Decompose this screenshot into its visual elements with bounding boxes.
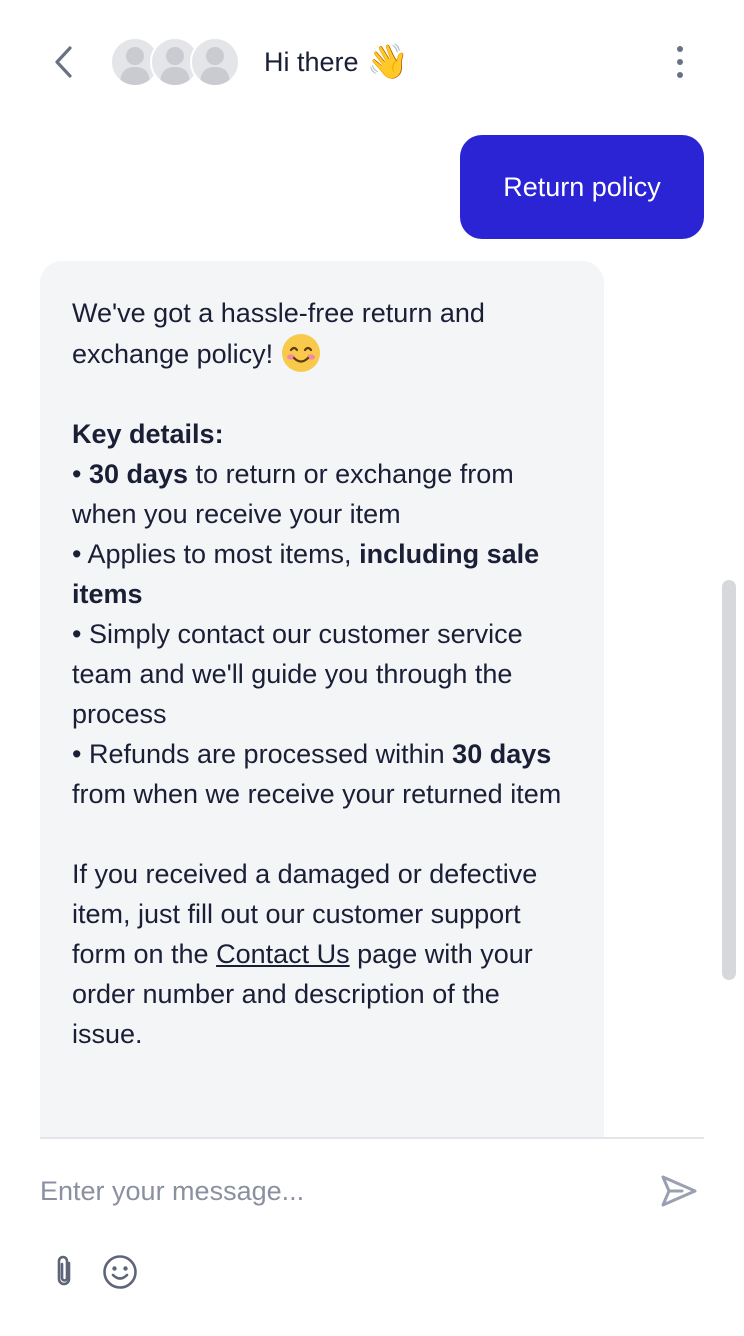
paperclip-icon bbox=[57, 1255, 71, 1286]
composer-divider bbox=[40, 1137, 704, 1139]
chat-widget: Hi there 👋 Return policy We've got a has… bbox=[0, 0, 744, 1336]
attach-button[interactable] bbox=[42, 1250, 86, 1294]
more-options-button[interactable] bbox=[656, 38, 704, 86]
more-vertical-icon bbox=[677, 46, 683, 78]
waving-hand-icon: 👋 bbox=[366, 43, 409, 81]
emoji-button[interactable] bbox=[98, 1250, 142, 1294]
scrollbar-thumb[interactable] bbox=[722, 580, 736, 980]
header-title: Hi there 👋 bbox=[264, 42, 409, 82]
message-list[interactable]: Return policy We've got a hassle-free re… bbox=[0, 124, 744, 1137]
smiling-face-icon bbox=[281, 334, 320, 372]
user-message-text: Return policy bbox=[503, 171, 661, 202]
back-button[interactable] bbox=[40, 38, 88, 86]
message-input[interactable] bbox=[40, 1166, 640, 1216]
bullet-item: • Applies to most items, including sale … bbox=[72, 539, 540, 609]
chevron-left-icon bbox=[55, 46, 72, 78]
bot-message-bubble: We've got a hassle-free return and excha… bbox=[40, 261, 604, 1137]
key-details-heading: Key details: bbox=[72, 419, 224, 449]
bullet-item: • 30 days to return or exchange from whe… bbox=[72, 459, 514, 529]
chat-header: Hi there 👋 bbox=[0, 0, 744, 124]
send-icon bbox=[661, 1175, 697, 1207]
bullet-item: • Refunds are processed within 30 days f… bbox=[72, 739, 562, 809]
user-message-bubble: Return policy bbox=[460, 135, 704, 239]
avatar bbox=[190, 37, 240, 87]
bullet-item: • Simply contact our customer service te… bbox=[72, 619, 523, 729]
emoji-icon bbox=[103, 1255, 137, 1289]
agent-avatars bbox=[110, 37, 240, 87]
send-button[interactable] bbox=[654, 1166, 704, 1216]
contact-us-link[interactable]: Contact Us bbox=[216, 939, 350, 969]
header-title-text: Hi there bbox=[264, 46, 359, 77]
damaged-item-text: If you received a damaged or defective i… bbox=[72, 859, 538, 1049]
bot-intro-text: We've got a hassle-free return and excha… bbox=[72, 298, 485, 369]
bot-intro: We've got a hassle-free return and excha… bbox=[72, 293, 572, 374]
